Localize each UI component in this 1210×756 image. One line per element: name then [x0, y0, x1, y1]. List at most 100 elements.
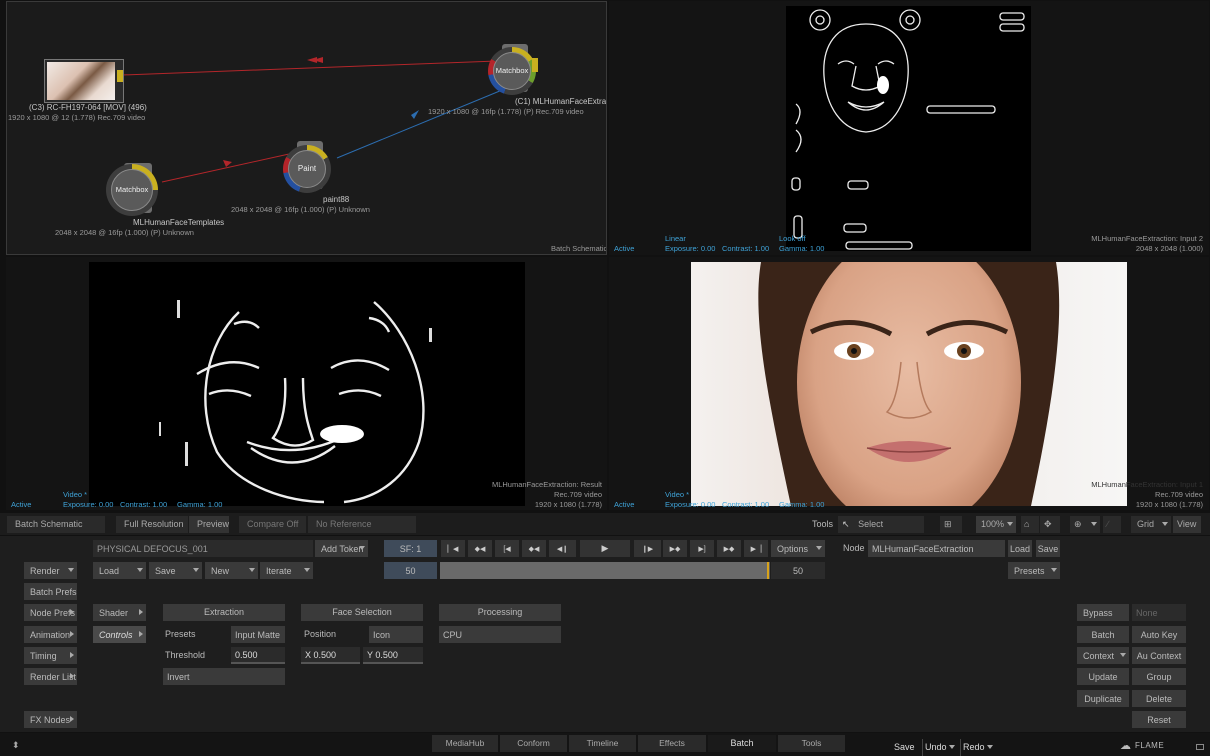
fx-nodes-button[interactable]: FX Nodes — [24, 711, 77, 728]
batch-load-button[interactable]: Load — [93, 562, 146, 579]
auto-key-button[interactable]: Auto Key — [1132, 626, 1186, 643]
paint-node[interactable]: Paint — [283, 140, 339, 196]
options-button[interactable]: Options — [771, 540, 825, 557]
add-token-button[interactable]: Add Token — [315, 540, 368, 557]
chevron-down-icon — [359, 546, 365, 550]
au-context-button[interactable]: Au Context — [1132, 647, 1186, 664]
render-button[interactable]: Render — [24, 562, 77, 579]
play-button[interactable]: ▶ — [580, 540, 630, 557]
prev-marker-icon: ◆◀ — [528, 545, 540, 553]
bypass-none-field[interactable]: None — [1132, 604, 1186, 621]
render-list-button[interactable]: Render List — [24, 668, 77, 685]
batch-name-field[interactable]: PHYSICAL DEFOCUS_001 — [93, 540, 313, 557]
node-name-field[interactable]: MLHumanFaceExtraction — [868, 540, 1005, 557]
invert-toggle[interactable]: Invert — [163, 668, 285, 685]
pan-button[interactable]: ✥ — [1040, 516, 1060, 533]
tab-mediahub[interactable]: MediaHub — [432, 735, 498, 752]
tab-timeline[interactable]: Timeline — [569, 735, 636, 752]
position-label: Position — [304, 629, 337, 639]
timing-button[interactable]: Timing — [24, 647, 77, 664]
expand-arrow-icon[interactable]: ⬍ — [12, 740, 20, 751]
batch-new-button[interactable]: New — [205, 562, 258, 579]
prev-frame-button[interactable]: ◀❙ — [549, 540, 576, 557]
layout-icon: ⊞ — [944, 519, 952, 529]
gizmo-button[interactable]: ⊕ — [1070, 516, 1100, 533]
view-button[interactable]: View — [1173, 516, 1201, 533]
timeline-playhead[interactable] — [767, 562, 769, 579]
reference-selector[interactable]: No Reference — [308, 516, 416, 533]
window-corner-icon[interactable] — [1196, 744, 1204, 750]
context-button[interactable]: Context — [1077, 647, 1129, 664]
redo-button[interactable]: Redo — [960, 739, 996, 756]
layout-button[interactable]: ⊞ — [940, 516, 962, 533]
full-resolution-button[interactable]: Full Resolution — [116, 516, 188, 533]
sf-field[interactable]: SF: 1 — [384, 540, 437, 557]
grid-selector[interactable]: Grid — [1131, 516, 1171, 533]
matchbox-output-badge: Matchbox — [495, 66, 529, 75]
animation-button[interactable]: Animation — [24, 626, 77, 643]
viewer-input2-contrast: Contrast: 1.00 — [722, 244, 770, 253]
tab-batch[interactable]: Batch — [708, 735, 776, 752]
frame-end-field[interactable]: 50 — [771, 562, 825, 579]
grid-label: Grid — [1137, 519, 1155, 529]
delete-button[interactable]: Delete — [1132, 690, 1186, 707]
next-key-button[interactable]: ▶◆ — [717, 540, 741, 557]
template-image — [786, 6, 1031, 251]
threshold-field[interactable]: 0.500 — [231, 647, 285, 664]
reset-button[interactable]: Reset — [1132, 711, 1186, 728]
next-out-button[interactable]: ▶] — [690, 540, 714, 557]
duplicate-button[interactable]: Duplicate — [1077, 690, 1129, 707]
viewer-input1[interactable]: Active Video * Exposure: 0.00 Contrast: … — [609, 257, 1209, 510]
face-template-outline — [791, 9, 1025, 250]
zoom-selector[interactable]: 100% — [976, 516, 1016, 533]
position-x-field[interactable]: X 0.500 — [301, 647, 360, 664]
iterate-button[interactable]: Iterate — [260, 562, 313, 579]
tab-effects[interactable]: Effects — [638, 735, 706, 752]
update-button[interactable]: Update — [1077, 668, 1129, 685]
status-save-button[interactable]: Save — [894, 739, 915, 756]
clip-node[interactable] — [44, 59, 124, 103]
shader-tab[interactable]: Shader — [93, 604, 146, 621]
viewer-input2[interactable]: Active Linear Exposure: 0.00 Contrast: 1… — [609, 1, 1209, 255]
matchbox-output-node[interactable]: Matchbox — [488, 42, 544, 98]
next-marker-button[interactable]: ▶◆ — [663, 540, 687, 557]
home-button[interactable]: ⌂ — [1021, 516, 1039, 533]
tab-conform[interactable]: Conform — [500, 735, 567, 752]
timeline-bar[interactable] — [440, 562, 770, 579]
presets-button[interactable]: Presets — [1008, 562, 1060, 579]
flame-logo-text: FLAME — [1135, 741, 1165, 750]
select-tool[interactable]: ↖ Select — [838, 516, 924, 533]
goto-end-button[interactable]: ▶▕ — [744, 540, 768, 557]
node-load-button[interactable]: Load — [1008, 540, 1032, 557]
batch-schematic-view[interactable]: (C3) RC-FH197-064 [MOV] (496) 1920 x 108… — [6, 1, 607, 255]
pick-button[interactable]: ∕ — [1103, 516, 1121, 533]
position-y-field[interactable]: Y 0.500 — [363, 647, 423, 664]
result-image — [89, 262, 525, 506]
timing-label: Timing — [30, 650, 57, 661]
position-value[interactable]: Icon — [369, 626, 423, 643]
tab-tools[interactable]: Tools — [778, 735, 845, 752]
matchbox-templates-node[interactable]: Matchbox — [106, 162, 162, 222]
batch-schematic-button[interactable]: Batch Schematic — [7, 516, 105, 533]
node-save-button[interactable]: Save — [1036, 540, 1060, 557]
node-prefs-button[interactable]: Node Prefs — [24, 604, 77, 621]
next-frame-button[interactable]: ❙▶ — [634, 540, 661, 557]
undo-button[interactable]: Undo — [922, 739, 958, 756]
goto-start-button[interactable]: ▏◀ — [441, 540, 465, 557]
viewer-result[interactable]: Active Video * Exposure: 0.00 Contrast: … — [6, 257, 607, 510]
batch-save-button[interactable]: Save — [149, 562, 202, 579]
bypass-button[interactable]: Bypass — [1077, 604, 1129, 621]
prev-in-button[interactable]: [◀ — [495, 540, 519, 557]
input1-image — [691, 262, 1127, 506]
batch-button[interactable]: Batch — [1077, 626, 1129, 643]
preview-button[interactable]: Preview — [189, 516, 229, 533]
frame-start-field[interactable]: 50 — [384, 562, 437, 579]
controls-tab[interactable]: Controls — [93, 626, 146, 643]
group-button[interactable]: Group — [1132, 668, 1186, 685]
processing-value[interactable]: CPU — [439, 626, 561, 643]
batch-prefs-button[interactable]: Batch Prefs — [24, 583, 77, 600]
prev-marker-button[interactable]: ◆◀ — [522, 540, 546, 557]
presets-value[interactable]: Input Matte — [231, 626, 285, 643]
compare-button[interactable]: Compare Off — [239, 516, 306, 533]
prev-key-button[interactable]: ◆◀ — [468, 540, 492, 557]
